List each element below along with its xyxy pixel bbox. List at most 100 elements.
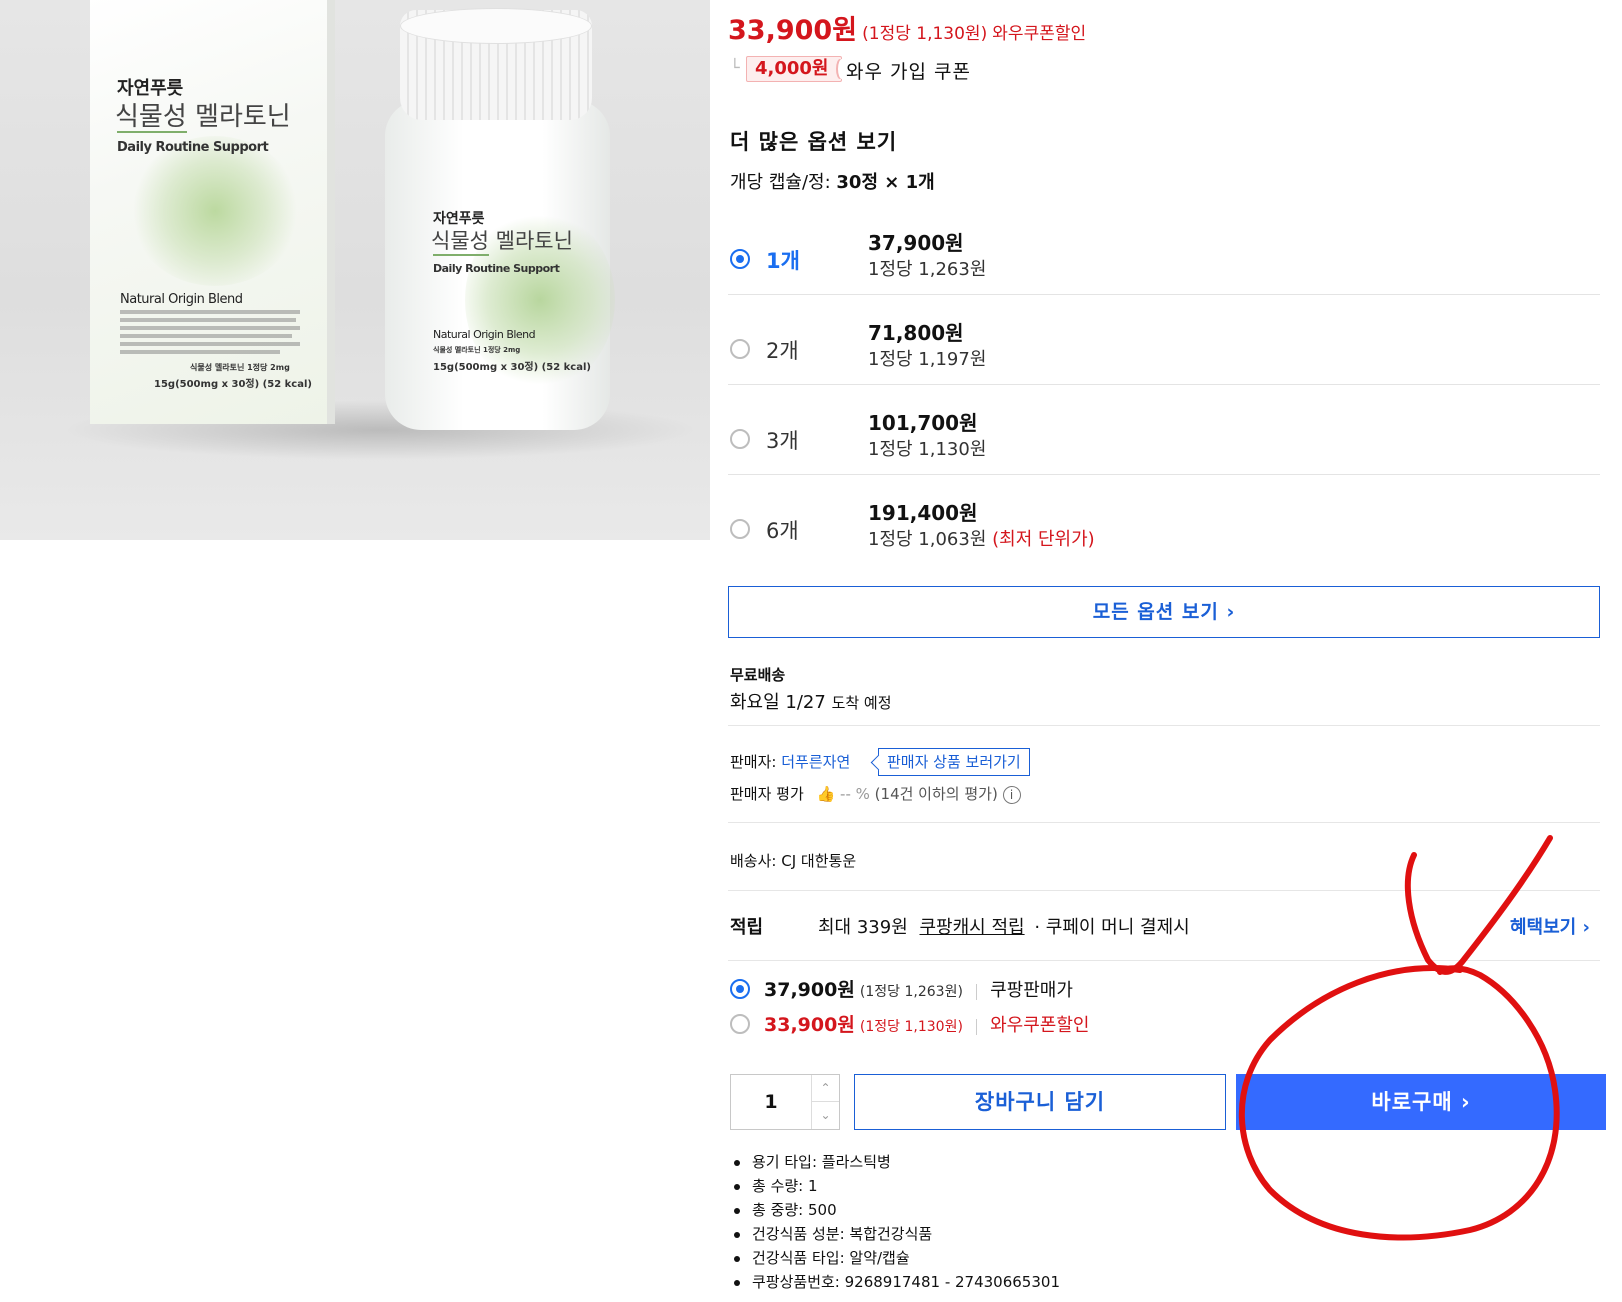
spec-item: 총 수량: 1 bbox=[734, 1174, 1060, 1198]
sale-label: 와우쿠폰할인 bbox=[992, 24, 1087, 44]
box-net-weight: 15g(500mg x 30정) (52 kcal) bbox=[154, 379, 312, 390]
box-green-gradient bbox=[130, 136, 300, 286]
shipping-title: 무료배송 bbox=[730, 666, 786, 684]
spec-item: 건강식품 성분: 복합건강식품 bbox=[734, 1222, 1060, 1246]
bottle-net-weight: 15g(500mg x 30정) (52 kcal) bbox=[433, 362, 591, 373]
option-qty: 6개 bbox=[766, 519, 799, 543]
option-radio[interactable] bbox=[730, 249, 750, 269]
box-blend: Natural Origin Blend bbox=[120, 292, 243, 307]
seller-label: 판매자: bbox=[730, 753, 777, 771]
option-radio[interactable] bbox=[730, 519, 750, 539]
quantity-stepper[interactable]: 1 ⌃ ⌄ bbox=[730, 1074, 840, 1130]
reward-condition: · 쿠페이 머니 결제시 bbox=[1034, 917, 1190, 938]
seller-products-button[interactable]: 판매자 상품 보러가기 bbox=[878, 748, 1030, 776]
thumbs-up-icon: 👍 bbox=[816, 785, 836, 803]
price-choice-price: 33,900원 bbox=[764, 1014, 855, 1036]
product-page: 자연푸릇 식물성 멜라토닌 Daily Routine Support Natu… bbox=[0, 0, 1622, 1302]
option-price: 71,800원 bbox=[868, 321, 964, 345]
carrier-label: 배송사: bbox=[730, 852, 777, 870]
options-title: 더 많은 옵션 보기 bbox=[730, 130, 898, 154]
box-underline bbox=[117, 131, 187, 133]
spec-list: 용기 타입: 플라스틱병 총 수량: 1 총 중량: 500 건강식품 성분: … bbox=[734, 1150, 1060, 1294]
price-radio-coupon[interactable] bbox=[730, 1014, 750, 1034]
separator bbox=[976, 1018, 978, 1035]
spec-item: 총 중량: 500 bbox=[734, 1198, 1060, 1222]
option-row-6[interactable]: 6개 191,400원 1정당 1,063원 (최저 단위가) bbox=[728, 475, 1600, 565]
option-row-1[interactable]: 1개 37,900원 1정당 1,263원 bbox=[728, 205, 1600, 295]
box-product-name: 식물성 멜라토닌 bbox=[115, 102, 291, 132]
seller-rating-line: 판매자 평가 👍 -- % (14건 이하의 평가) i bbox=[730, 783, 1021, 804]
product-image: 자연푸릇 식물성 멜라토닌 Daily Routine Support Natu… bbox=[0, 0, 710, 540]
option-unit-price: 1정당 1,063원 (최저 단위가) bbox=[868, 525, 1095, 551]
bottle-product-name: 식물성 멜라토닌 bbox=[431, 229, 573, 253]
benefit-link[interactable]: 혜택보기 › bbox=[1510, 913, 1590, 939]
option-qty: 1개 bbox=[766, 249, 800, 273]
price-choice-regular[interactable]: 37,900원 (1정당 1,263원) 쿠팡판매가 bbox=[764, 975, 1073, 1002]
options-spec: 개당 캡슐/정: 30정 × 1개 bbox=[730, 168, 935, 194]
seller-rating-value: -- % bbox=[840, 785, 870, 803]
price-choice-label: 쿠팡판매가 bbox=[990, 980, 1073, 1001]
sale-price: 33,900원 bbox=[728, 15, 858, 46]
price-radio-regular[interactable] bbox=[730, 979, 750, 999]
spec-item: 건강식품 타입: 알약/캡슐 bbox=[734, 1246, 1060, 1270]
bottle-blend: Natural Origin Blend bbox=[433, 328, 536, 341]
option-price: 101,700원 bbox=[868, 411, 978, 435]
divider bbox=[728, 960, 1600, 961]
seller-rating-label: 판매자 평가 bbox=[730, 785, 804, 803]
box-fine-print bbox=[120, 326, 300, 330]
bottle-dose: 식물성 멜라토닌 1정당 2mg bbox=[433, 346, 521, 354]
arrival-info: 화요일 1/27 도착 예정 bbox=[730, 688, 892, 714]
divider bbox=[728, 822, 1600, 823]
reward-text: 최대 339원 쿠팡캐시 적립 · 쿠페이 머니 결제시 bbox=[818, 913, 1190, 939]
option-radio[interactable] bbox=[730, 339, 750, 359]
option-row-3[interactable]: 3개 101,700원 1정당 1,130원 bbox=[728, 385, 1600, 475]
lowest-unit-price-note: (최저 단위가) bbox=[992, 529, 1095, 550]
all-options-button[interactable]: 모든 옵션 보기 › bbox=[728, 586, 1600, 638]
carrier-line: 배송사: CJ 대한통운 bbox=[730, 850, 856, 871]
reward-amount: 최대 339원 bbox=[818, 917, 908, 938]
price-choice-unit: (1정당 1,130원) bbox=[859, 1019, 963, 1035]
bottle-cap-top bbox=[400, 8, 592, 44]
option-qty: 2개 bbox=[766, 339, 799, 363]
reward-label: 적립 bbox=[730, 917, 764, 938]
info-icon[interactable]: i bbox=[1002, 785, 1021, 804]
arrival-date: 화요일 1/27 bbox=[730, 692, 826, 713]
option-unit-price: 1정당 1,197원 bbox=[868, 349, 987, 370]
product-bottle: 자연푸릇 식물성 멜라토닌 Daily Routine Support Natu… bbox=[385, 100, 615, 430]
seller-line: 판매자: 더푸른자연 bbox=[730, 751, 850, 772]
add-to-cart-button[interactable]: 장바구니 담기 bbox=[854, 1074, 1226, 1130]
option-price: 37,900원 bbox=[868, 231, 964, 255]
carrier-name: CJ 대한통운 bbox=[781, 852, 857, 870]
chevron-up-icon[interactable]: ⌃ bbox=[811, 1075, 839, 1102]
option-unit-price: 1정당 1,130원 bbox=[868, 439, 987, 460]
option-unit-price: 1정당 1,263원 bbox=[868, 259, 987, 280]
chevron-down-icon[interactable]: ⌄ bbox=[811, 1102, 839, 1129]
divider bbox=[728, 890, 1600, 891]
option-unit-price-value: 1정당 1,063원 bbox=[868, 529, 987, 550]
bottle-tagline: Daily Routine Support bbox=[433, 262, 560, 275]
quantity-input[interactable]: 1 bbox=[731, 1075, 811, 1129]
spec-item: 용기 타입: 플라스틱병 bbox=[734, 1150, 1060, 1174]
box-fine-print bbox=[120, 350, 280, 354]
price-choice-coupon[interactable]: 33,900원 (1정당 1,130원) 와우쿠폰할인 bbox=[764, 1010, 1089, 1037]
option-qty: 3개 bbox=[766, 429, 799, 453]
product-box: 자연푸릇 식물성 멜라토닌 Daily Routine Support Natu… bbox=[90, 0, 335, 424]
sale-unit-price: (1정당 1,130원) bbox=[862, 24, 988, 44]
seller-name-link[interactable]: 더푸른자연 bbox=[781, 753, 850, 771]
coupon-badge: 4,000원 bbox=[746, 56, 845, 82]
options-spec-label: 개당 캡슐/정: bbox=[730, 172, 831, 193]
divider bbox=[728, 725, 1600, 726]
box-fine-print bbox=[120, 310, 300, 314]
coupon-label: 와우 가입 쿠폰 bbox=[846, 61, 971, 83]
option-radio[interactable] bbox=[730, 429, 750, 449]
buy-now-button[interactable]: 바로구매 › bbox=[1236, 1074, 1606, 1130]
coupang-cash-link[interactable]: 쿠팡캐시 적립 bbox=[920, 917, 1025, 938]
options-spec-value: 30정 × 1개 bbox=[836, 172, 935, 193]
box-dose: 식물성 멜라토닌 1정당 2mg bbox=[190, 363, 290, 372]
option-row-2[interactable]: 2개 71,800원 1정당 1,197원 bbox=[728, 295, 1600, 385]
box-tagline: Daily Routine Support bbox=[117, 140, 269, 155]
option-price: 191,400원 bbox=[868, 501, 978, 525]
price-choice-unit: (1정당 1,263원) bbox=[859, 984, 963, 1000]
sale-price-line: 33,900원 (1정당 1,130원) 와우쿠폰할인 bbox=[728, 8, 1086, 47]
price-choice-label: 와우쿠폰할인 bbox=[990, 1015, 1090, 1036]
